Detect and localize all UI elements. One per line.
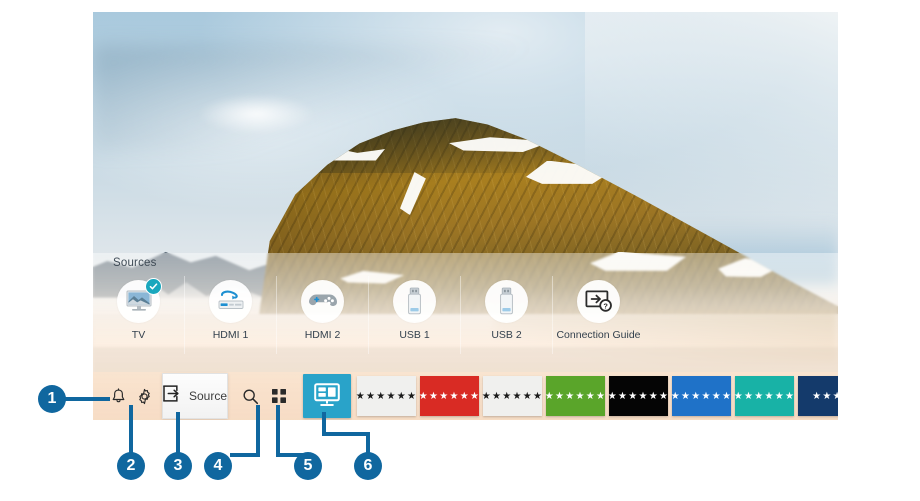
source-tile-list: TV HDMI 1 HDMI 2 USB 1 USB 2 ? Connectio… bbox=[93, 275, 838, 354]
callout-leader-2 bbox=[129, 405, 133, 455]
source-tile-label: HDMI 2 bbox=[304, 328, 341, 341]
app-tile-label: ★★★★★★ bbox=[355, 390, 418, 402]
source-tile-label: USB 1 bbox=[399, 328, 430, 341]
sources-title: Sources bbox=[113, 256, 157, 269]
app-tile-label: ★★★★★★ bbox=[733, 390, 796, 402]
bar-right-icons bbox=[228, 388, 288, 405]
source-tile-connection-guide[interactable]: ? Connection Guide bbox=[552, 275, 644, 354]
source-tile-label: TV bbox=[131, 328, 146, 341]
source-tile-label: HDMI 1 bbox=[212, 328, 249, 341]
callout-leader-3 bbox=[176, 412, 180, 455]
callout-4: 4 bbox=[204, 452, 232, 480]
apps-grid-icon[interactable] bbox=[271, 388, 288, 405]
connection-guide-icon: ? bbox=[577, 279, 620, 323]
source-input-icon bbox=[163, 385, 182, 407]
bluray-player-icon bbox=[209, 279, 252, 323]
app-tile[interactable]: ★★★★★★ bbox=[607, 376, 670, 416]
app-tile[interactable]: ★★★★★★ bbox=[733, 376, 796, 416]
source-tile-tv[interactable]: TV bbox=[93, 276, 184, 354]
app-tile-row: ★★★★★★ ★★★★★★ ★★★★★★ ★★★★★★ ★★★★★★ ★★★★★… bbox=[303, 374, 838, 418]
tv-screen: Sources TV HDMI 1 HDMI 2 USB 1 USB 2 ? C… bbox=[93, 12, 838, 420]
source-button[interactable]: Source bbox=[162, 373, 229, 419]
source-tile-hdmi-1[interactable]: HDMI 1 bbox=[184, 275, 276, 354]
gear-icon[interactable] bbox=[136, 388, 153, 405]
callout-leader-4b bbox=[230, 453, 260, 457]
callout-5: 5 bbox=[294, 452, 322, 480]
app-tile-label: ★★★★★★ bbox=[418, 390, 481, 402]
callout-3: 3 bbox=[164, 452, 192, 480]
app-tile-label: ★★★ bbox=[812, 390, 838, 402]
selected-check-badge bbox=[145, 277, 162, 295]
usb-drive-icon bbox=[485, 279, 528, 323]
callout-leader-6b bbox=[322, 432, 370, 436]
search-icon[interactable] bbox=[242, 388, 259, 405]
wallpaper-sun-glow bbox=[197, 93, 317, 135]
source-tile-label: USB 2 bbox=[491, 328, 522, 341]
callout-leader-1 bbox=[64, 397, 110, 401]
source-tile-hdmi-2[interactable]: HDMI 2 bbox=[276, 275, 368, 354]
bar-left-icons bbox=[93, 387, 153, 405]
app-tile[interactable]: ★★★ bbox=[798, 376, 838, 416]
usb-drive-icon bbox=[393, 279, 436, 323]
source-tile-usb-2[interactable]: USB 2 bbox=[460, 275, 552, 354]
source-button-label: Source bbox=[189, 389, 228, 403]
app-tile[interactable]: ★★★★★★ bbox=[418, 376, 481, 416]
app-tile[interactable]: ★★★★★★ bbox=[481, 376, 544, 416]
callout-1: 1 bbox=[38, 385, 66, 413]
app-tile-label: ★★★★★★ bbox=[544, 390, 607, 402]
callout-2: 2 bbox=[117, 452, 145, 480]
game-controller-icon bbox=[301, 279, 344, 323]
callout-6: 6 bbox=[354, 452, 382, 480]
source-tile-usb-1[interactable]: USB 1 bbox=[368, 275, 460, 354]
callout-leader-4a bbox=[256, 405, 260, 457]
svg-text:?: ? bbox=[603, 302, 608, 311]
source-tile-label: Connection Guide bbox=[556, 328, 641, 341]
app-tile[interactable]: ★★★★★★ bbox=[355, 376, 418, 416]
app-tile-label: ★★★★★★ bbox=[670, 390, 733, 402]
app-tile-label: ★★★★★★ bbox=[481, 390, 544, 402]
app-tile[interactable]: ★★★★★★ bbox=[670, 376, 733, 416]
callout-leader-5a bbox=[276, 405, 280, 457]
tv-home-icon bbox=[313, 382, 341, 411]
app-tile[interactable]: ★★★★★★ bbox=[544, 376, 607, 416]
tv-icon bbox=[117, 277, 162, 323]
bell-icon[interactable] bbox=[110, 387, 127, 405]
app-tile-label: ★★★★★★ bbox=[607, 390, 670, 402]
tv-home-app-tile[interactable] bbox=[303, 374, 352, 418]
home-bottom-bar: Source ★★★★★★ ★★★★★★ ★★★★★★ ★★★★★★ ★★★★★… bbox=[93, 372, 838, 420]
